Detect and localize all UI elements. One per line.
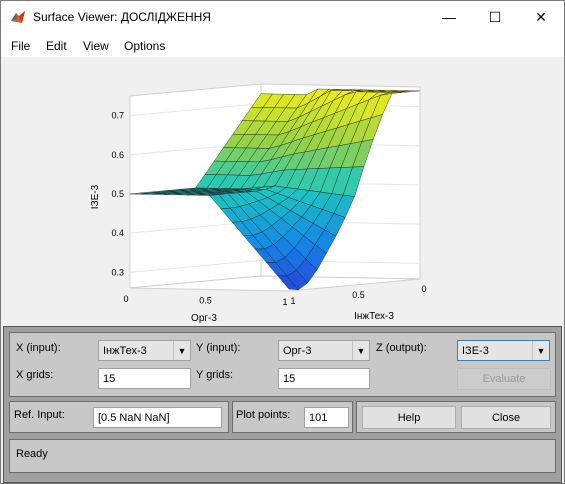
y-tick-label: 1 xyxy=(290,296,295,306)
x-input-select[interactable]: ІнжТех-3 ▼ xyxy=(98,340,191,361)
ref-input-label: Ref. Input: xyxy=(14,409,65,421)
help-button[interactable]: Help xyxy=(362,406,456,429)
menu-options[interactable]: Options xyxy=(124,39,165,53)
y-input-select[interactable]: Орг-3 ▼ xyxy=(278,340,370,361)
y-tick-label: 0.5 xyxy=(352,290,365,300)
maximize-button[interactable]: ☐ xyxy=(472,1,518,33)
z-output-value: ІЗЕ-3 xyxy=(462,345,489,357)
chevron-down-icon: ▼ xyxy=(352,341,369,360)
z-tick-label: 0.4 xyxy=(111,228,124,238)
ref-input-group: Ref. Input: [0.5 NaN NaN] xyxy=(9,401,229,433)
status-text: Ready xyxy=(16,448,48,460)
surface-viewer-window: Surface Viewer: ДОСЛІДЖЕННЯ — ☐ ✕ File E… xyxy=(0,0,565,484)
close-window-button[interactable]: ✕ xyxy=(518,1,564,33)
menu-view[interactable]: View xyxy=(83,39,109,53)
chevron-down-icon: ▼ xyxy=(532,341,549,360)
x-input-label: X (input): xyxy=(16,342,61,354)
x-axis-label: Орг-3 xyxy=(191,313,217,324)
action-buttons-group: Help Close xyxy=(356,401,556,433)
y-axis-label: ІнжТех-3 xyxy=(354,311,394,322)
z-tick-label: 0.6 xyxy=(111,150,124,160)
evaluate-button[interactable]: Evaluate xyxy=(457,368,551,390)
z-tick-label: 0.3 xyxy=(111,267,124,277)
surface-plot-area[interactable]: 0.3 0.4 0.5 0.6 0.7 0 0.5 1 1 0.5 0 ІЗЕ-3 Орг-3 ІнжТе… xyxy=(2,57,563,325)
close-button[interactable]: Close xyxy=(461,406,551,429)
surface-plot[interactable]: 0.3 0.4 0.5 0.6 0.7 0 0.5 1 1 0.5 0 ІЗЕ-3 Орг-3 ІнжТе… xyxy=(2,57,563,325)
y-grids-label: Y grids: xyxy=(196,369,234,381)
z-tick-label: 0.7 xyxy=(111,111,124,121)
y-input-label: Y (input): xyxy=(196,342,241,354)
x-grids-label: X grids: xyxy=(16,369,54,381)
y-input-value: Орг-3 xyxy=(283,345,312,357)
status-bar: Ready xyxy=(9,439,556,473)
plot-points-label: Plot points: xyxy=(236,409,291,421)
window-title: Surface Viewer: ДОСЛІДЖЕННЯ xyxy=(33,10,211,24)
x-tick-label: 0.5 xyxy=(199,296,212,306)
x-input-value: ІнжТех-3 xyxy=(103,345,147,357)
menu-edit[interactable]: Edit xyxy=(46,39,67,53)
plot-points-input[interactable]: 101 xyxy=(304,407,349,428)
z-axis-label: ІЗЕ-3 xyxy=(90,184,101,209)
control-panel: X (input): ІнжТех-3 ▼ Y (input): Орг-3 ▼… xyxy=(3,326,562,483)
ref-input-field[interactable]: [0.5 NaN NaN] xyxy=(93,407,222,428)
x-grids-input[interactable]: 15 xyxy=(98,368,191,389)
plot-points-group: Plot points: 101 xyxy=(232,401,353,433)
chevron-down-icon: ▼ xyxy=(173,341,190,360)
y-grids-input[interactable]: 15 xyxy=(278,368,370,389)
matlab-app-icon xyxy=(11,11,25,23)
z-output-select[interactable]: ІЗЕ-3 ▼ xyxy=(457,340,550,361)
x-tick-label: 1 xyxy=(282,297,287,307)
y-tick-label: 0 xyxy=(421,284,426,294)
menu-bar: File Edit View Options xyxy=(1,33,564,57)
z-tick-label: 0.5 xyxy=(111,189,124,199)
title-bar: Surface Viewer: ДОСЛІДЖЕННЯ — ☐ ✕ xyxy=(1,1,564,33)
menu-file[interactable]: File xyxy=(11,39,30,53)
axes-settings-group: X (input): ІнжТех-3 ▼ Y (input): Орг-3 ▼… xyxy=(9,332,556,397)
minimize-button[interactable]: — xyxy=(426,1,472,33)
z-output-label: Z (output): xyxy=(376,342,427,354)
x-tick-label: 0 xyxy=(123,294,128,304)
